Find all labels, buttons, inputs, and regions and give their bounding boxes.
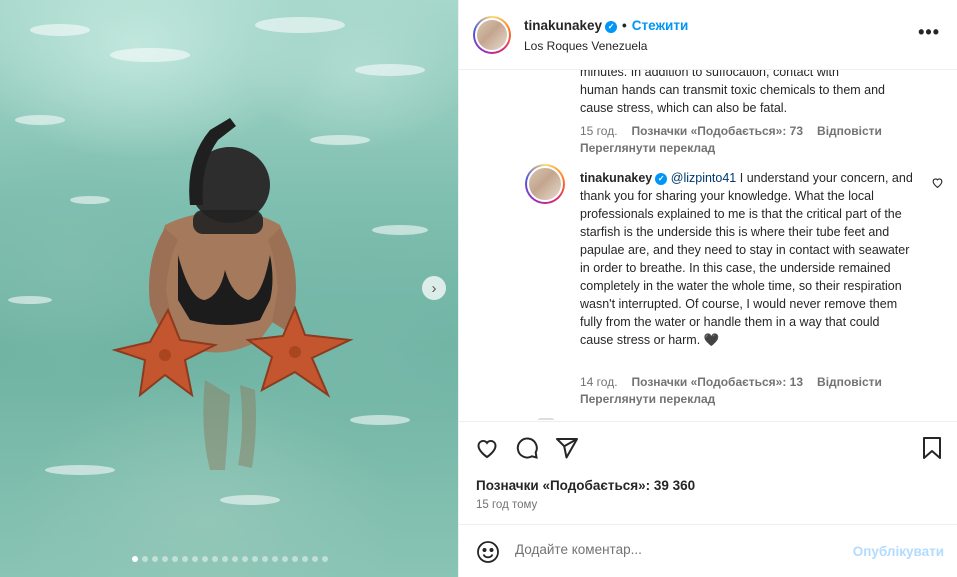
carousel-dot [312,556,318,562]
more-options-icon[interactable]: ••• [918,22,940,43]
reply-comment-meta: 14 год. Позначки «Подобається»: 13 Відпо… [580,375,882,389]
post-photo: › [0,0,458,577]
comment-meta: 15 год. Позначки «Подобається»: 73 Відпо… [580,124,882,138]
commenter-username[interactable]: tinakunakey [580,171,652,185]
carousel-dot [182,556,188,562]
comment-bubble-icon[interactable] [515,436,539,465]
carousel-dot [262,556,268,562]
author-avatar[interactable] [473,16,511,54]
photo-scene [8,17,428,505]
carousel-dot [142,556,148,562]
publish-button[interactable]: Опублікувати [853,544,944,559]
add-comment-input[interactable] [515,542,835,557]
carousel-dot [242,556,248,562]
share-send-icon[interactable] [555,436,579,465]
post-timestamp[interactable]: 15 год тому [476,499,537,511]
see-translation-link[interactable]: Переглянути переклад [580,141,715,155]
comment-likes[interactable]: Позначки «Подобається»: 13 [632,375,803,389]
reply-body: I understand your concern, and thank you… [580,171,913,347]
like-heart-icon[interactable] [475,436,499,465]
comment-time[interactable]: 14 год. [580,375,618,389]
carousel-dot [152,556,158,562]
carousel-dot [222,556,228,562]
carousel-dot [202,556,208,562]
author-line: tinakunakey ✓ • Стежити [524,18,688,33]
emoji-icon[interactable] [476,540,500,569]
comment-text: human hands can transmit toxic chemicals… [580,83,886,115]
carousel-dot [172,556,178,562]
carousel-dots [132,556,328,562]
comments-list[interactable]: minutes. In addition to suffocation, con… [459,70,957,420]
verified-badge-icon: ✓ [605,21,618,33]
save-bookmark-icon[interactable] [921,436,943,465]
carousel-dot [132,556,138,562]
carousel-dot [292,556,298,562]
comment-likes[interactable]: Позначки «Подобається»: 73 [632,124,803,138]
verified-badge-icon: ✓ [655,173,668,185]
carousel-dot [192,556,198,562]
reply-comment-text: tinakunakey ✓ @lizpinto41 I understand yo… [580,169,916,349]
commenter-avatar[interactable] [525,164,565,204]
comment-time[interactable]: 15 год. [580,124,618,138]
carousel-dot [212,556,218,562]
carousel-dot [252,556,258,562]
mention-link[interactable]: @lizpinto41 [671,171,737,185]
carousel-next-button[interactable]: › [422,276,446,300]
next-comment-avatar [537,418,555,420]
likes-count[interactable]: Позначки «Подобається»: 39 360 [476,478,695,493]
comment-reply-button[interactable]: Відповісти [817,124,882,138]
comment-text-partial: minutes. In addition to suffocation, con… [580,70,839,79]
carousel-dot [282,556,288,562]
carousel-dot [232,556,238,562]
comment-reply-button[interactable]: Відповісти [817,375,882,389]
carousel-dot [272,556,278,562]
post-header: tinakunakey ✓ • Стежити Los Roques Venezuel… [459,0,957,70]
post-actions: Позначки «Подобається»: 39 360 15 год то… [459,421,957,525]
author-username[interactable]: tinakunakey [524,18,602,33]
post-side-panel: tinakunakey ✓ • Стежити Los Roques Venezuel… [458,0,957,577]
separator-dot: • [622,18,627,33]
follow-button[interactable]: Стежити [632,18,688,33]
post-location[interactable]: Los Roques Venezuela [524,39,647,53]
carousel-dot [322,556,328,562]
comment-like-heart-icon[interactable] [931,176,944,192]
carousel-dot [302,556,308,562]
comment-composer: Опублікувати [459,524,957,577]
see-translation-link[interactable]: Переглянути переклад [580,392,715,406]
carousel-dot [162,556,168,562]
